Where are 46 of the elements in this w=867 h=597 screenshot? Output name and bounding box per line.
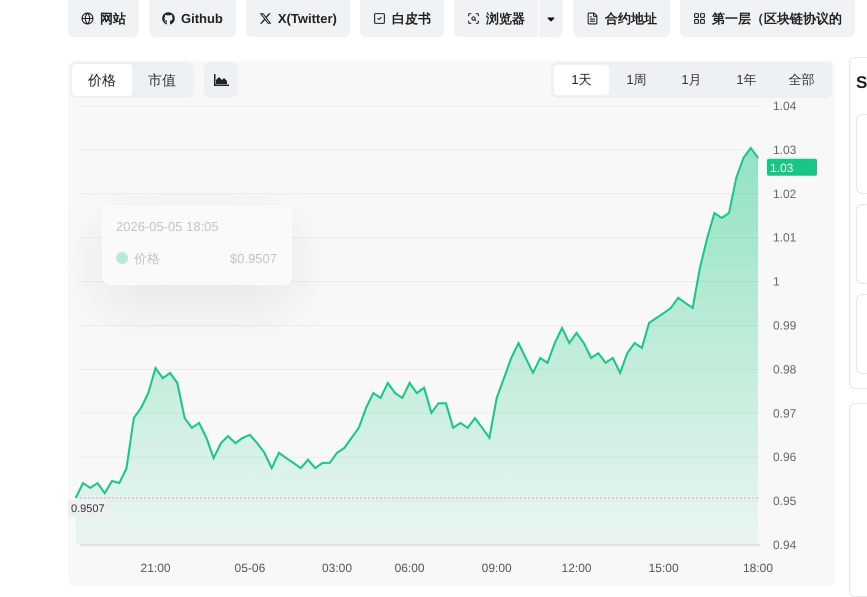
- grid-icon: [692, 12, 706, 25]
- y-axis-label: 0.97: [773, 406, 796, 420]
- range-tab[interactable]: 1周: [609, 65, 664, 95]
- y-axis-label: 0.96: [773, 450, 796, 464]
- link-button[interactable]: X(Twitter): [246, 0, 350, 37]
- x-axis-label: 21:00: [140, 561, 171, 575]
- x-axis-label: 05-06: [234, 561, 266, 575]
- x-axis-label: 03:00: [322, 561, 352, 575]
- x-axis-label: 15:00: [648, 561, 679, 575]
- x-axis-label: 18:00: [742, 561, 774, 575]
- github-icon: [162, 12, 175, 25]
- search-icon: [466, 12, 480, 25]
- metric-tab[interactable]: 价格: [72, 64, 132, 96]
- y-axis-label: 1.03: [773, 142, 796, 157]
- x-axis-label: 12:00: [562, 561, 592, 575]
- y-axis-label: 0.94: [773, 538, 796, 552]
- y-axis-label: 0.98: [773, 362, 796, 376]
- y-axis-label: 0.99: [773, 318, 796, 332]
- range-tab[interactable]: 1天: [554, 65, 609, 95]
- link-button[interactable]: 白皮书: [360, 0, 444, 37]
- document-icon: [586, 12, 599, 25]
- link-button[interactable]: 第一层（区块链协议的: [680, 0, 855, 37]
- chart-type-button[interactable]: [204, 62, 238, 98]
- x-axis-label: 09:00: [482, 561, 512, 575]
- link-button[interactable]: 网站: [68, 0, 139, 37]
- y-axis-label: 1.01: [773, 230, 796, 245]
- area-chart-icon: [213, 74, 229, 86]
- metric-tab[interactable]: 市值: [132, 64, 192, 96]
- checkbox-document-icon: [372, 12, 386, 25]
- y-axis-label: 1.04: [773, 99, 796, 113]
- range-tab[interactable]: 1月: [664, 65, 719, 95]
- globe-icon: [81, 12, 94, 25]
- side-card-title: S: [856, 72, 867, 94]
- ref-line-label: 0.9507: [71, 503, 105, 516]
- baseline-price-label: 0.9507: [68, 500, 110, 518]
- y-axis-label: 1.02: [773, 186, 796, 201]
- x-axis-label: 06:00: [394, 561, 425, 575]
- range-tab[interactable]: 全部: [774, 65, 829, 95]
- x-logo-icon: [258, 12, 272, 25]
- last-price-tag: 1.03: [767, 158, 817, 176]
- link-button[interactable]: 浏览器: [454, 0, 538, 37]
- range-tab[interactable]: 1年: [719, 65, 774, 95]
- y-axis-label: 1: [773, 274, 780, 289]
- link-button[interactable]: Github: [149, 0, 236, 37]
- y-axis-label: 0.95: [773, 494, 796, 508]
- link-button[interactable]: 合约地址: [572, 0, 670, 37]
